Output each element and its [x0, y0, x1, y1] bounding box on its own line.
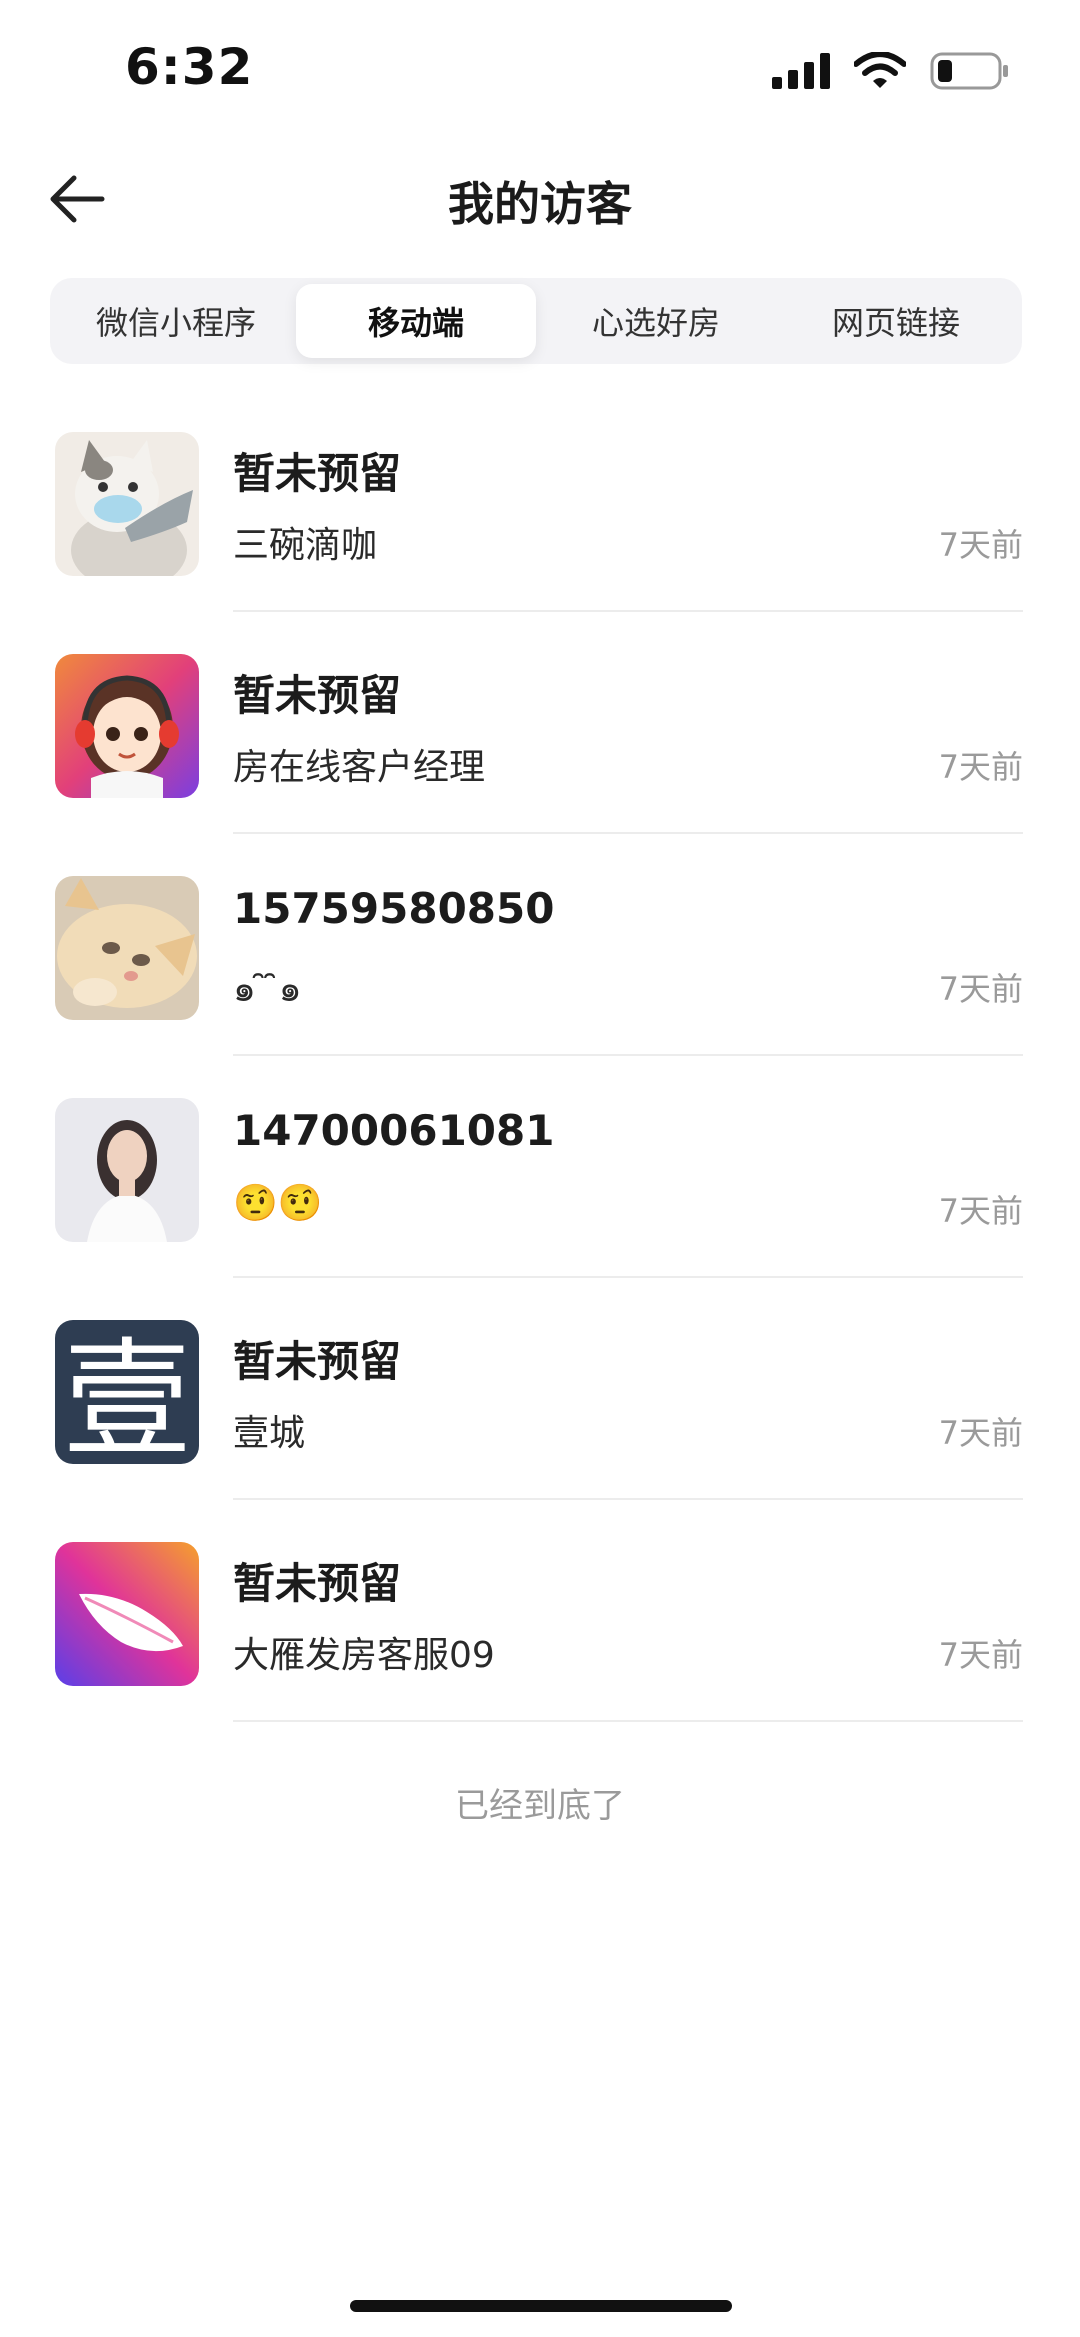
visitor-name: 15759580850 — [233, 884, 555, 933]
yi-character-avatar: 壹 — [55, 1320, 199, 1464]
visitor-name: 14700061081 — [233, 1106, 555, 1155]
cartoon-girl-headset-avatar — [55, 654, 199, 798]
visitor-row[interactable]: 暂未预留 三碗滴咖 7天前 — [0, 390, 1080, 612]
sleeping-cat-avatar — [55, 876, 199, 1020]
tab-selected-homes[interactable]: 心选好房 — [536, 284, 776, 358]
status-time: 6:32 — [125, 38, 254, 96]
visitor-nickname: 壹城 — [233, 1413, 306, 1454]
visitor-name: 暂未预留 — [233, 1337, 402, 1386]
visitor-row[interactable]: 暂未预留 房在线客户经理 7天前 — [0, 612, 1080, 834]
visitor-row[interactable]: 14700061081 🤨🤨 7天前 — [0, 1056, 1080, 1278]
visitor-nickname: 大雁发房客服09 — [233, 1635, 495, 1676]
visitor-nickname: 房在线客户经理 — [233, 747, 486, 788]
visitor-nickname: 🤨🤨 — [233, 1183, 323, 1224]
screen: 6:32 我的访客 微信小程序 移动端 心选好房 网页链接 暂未预留 三碗滴咖 … — [0, 0, 1080, 2337]
visitor-row[interactable]: 暂未预留 大雁发房客服09 7天前 — [0, 1500, 1080, 1722]
visitor-list: 暂未预留 三碗滴咖 7天前 暂未预留 房在线客户经理 7天前 157595808… — [0, 390, 1080, 1722]
visitor-nickname: 三碗滴咖 — [233, 525, 378, 566]
end-of-list-text: 已经到底了 — [455, 1786, 625, 1826]
visit-time: 7天前 — [938, 970, 1023, 1008]
battery-icon — [930, 52, 1010, 90]
visit-time: 7天前 — [938, 748, 1023, 786]
header: 我的访客 — [0, 140, 1080, 250]
home-indicator[interactable] — [350, 2300, 732, 2312]
visitor-row[interactable]: 15759580850 ๑ ̑ ̑๑ 7天前 — [0, 834, 1080, 1056]
feather-logo-avatar — [55, 1542, 199, 1686]
tab-mobile[interactable]: 移动端 — [296, 284, 536, 358]
cat-with-mask-avatar — [55, 432, 199, 576]
visitor-nickname: ๑ ̑ ̑๑ — [233, 969, 302, 1010]
tab-web-link[interactable]: 网页链接 — [776, 284, 1016, 358]
visit-time: 7天前 — [938, 526, 1023, 564]
visitor-name: 暂未预留 — [233, 449, 402, 498]
visitor-name: 暂未预留 — [233, 671, 402, 720]
visitor-name: 暂未预留 — [233, 1559, 402, 1608]
wifi-icon — [854, 52, 906, 90]
tab-wechat-miniprogram[interactable]: 微信小程序 — [56, 284, 296, 358]
visit-time: 7天前 — [938, 1192, 1023, 1230]
woman-portrait-avatar — [55, 1098, 199, 1242]
tab-bar: 微信小程序 移动端 心选好房 网页链接 — [50, 278, 1022, 364]
signal-icon — [772, 53, 830, 89]
status-bar: 6:32 — [0, 0, 1080, 130]
page-title: 我的访客 — [448, 177, 632, 231]
status-icons — [772, 52, 1010, 90]
visit-time: 7天前 — [938, 1636, 1023, 1674]
visitor-row[interactable]: 壹 暂未预留 壹城 7天前 — [0, 1278, 1080, 1500]
visit-time: 7天前 — [938, 1414, 1023, 1452]
svg-text:壹: 壹 — [63, 1326, 191, 1464]
divider — [233, 1720, 1023, 1722]
